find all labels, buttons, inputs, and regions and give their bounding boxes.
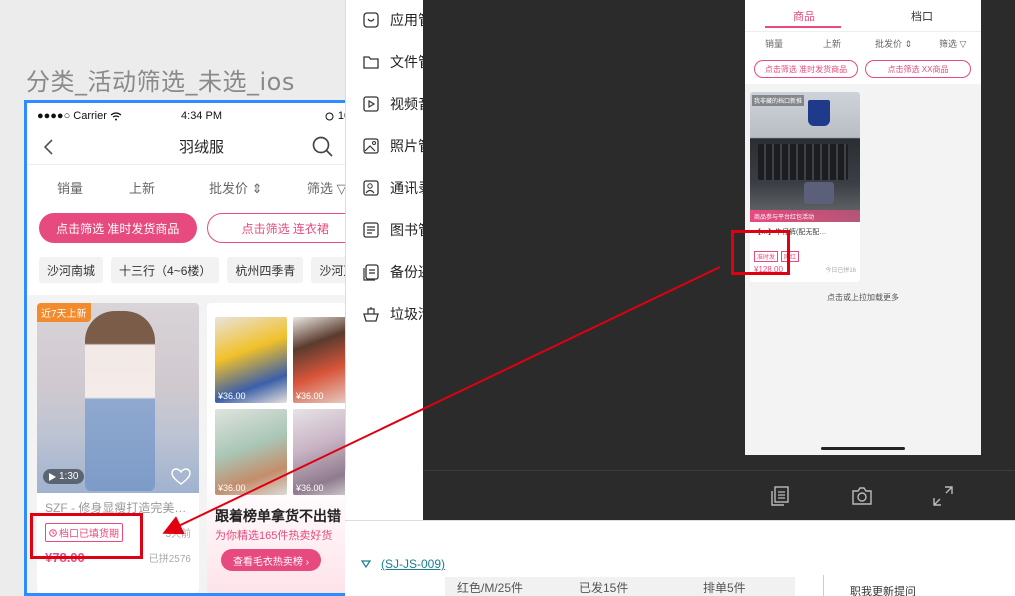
stall-caption: 我非藏的档口新推 xyxy=(752,95,805,106)
thumb-price: ¥36.00 xyxy=(218,391,246,401)
phone-shape xyxy=(804,182,834,204)
app-manage-icon xyxy=(363,12,379,28)
filter-dress-button[interactable]: 点击筛选 连衣裙 xyxy=(206,213,364,243)
camera-icon[interactable] xyxy=(851,485,873,507)
mirror-tabs: 商品 档口 xyxy=(745,0,981,32)
mirror-toolbar xyxy=(423,470,1015,520)
status-bar: ●●●●○ Carrier 4:34 PM 100% xyxy=(27,103,376,129)
tab-products[interactable]: 商品 xyxy=(793,8,815,24)
sold-count: 今日已拼16 xyxy=(825,268,856,274)
sold-count: 已拼2576 xyxy=(148,554,191,565)
menu-item-cleanup[interactable]: 垃圾清理 xyxy=(362,302,430,326)
thumb-price: ¥36.00 xyxy=(296,391,324,401)
filter-xx-button[interactable]: 点击筛选 XX商品 xyxy=(865,60,971,78)
project-area: (SJ-JS-009) 红色/M/25件 已发15件 排单5件 职我更新提问 xyxy=(345,520,1015,596)
cup-shape xyxy=(808,100,830,126)
play-icon xyxy=(363,96,379,112)
ranking-thumb: ¥36.00 xyxy=(215,409,287,495)
chip-market[interactable]: 沙河南城 xyxy=(39,257,104,283)
sort-new[interactable]: 上新 xyxy=(129,178,209,197)
fullscreen-icon[interactable] xyxy=(932,485,954,507)
mirror-sort-bar: 销量 上新 批发价 ⇕ 筛选 ▽ xyxy=(745,32,981,54)
chevron-down-icon[interactable] xyxy=(361,560,371,568)
sort-sales[interactable]: 销量 xyxy=(765,37,783,50)
promo-banner: 商品参与平台红包活动 xyxy=(750,210,860,222)
thumb-price: ¥36.00 xyxy=(218,483,246,493)
ranking-subline: 为你精选165件热卖好货 xyxy=(215,530,333,542)
photo-icon xyxy=(363,138,379,154)
back-icon[interactable] xyxy=(39,137,59,157)
chip-market[interactable]: 十三行（4~6楼） xyxy=(111,257,220,283)
sort-new[interactable]: 上新 xyxy=(823,37,841,50)
shipped-cell: 已发15件 xyxy=(579,580,629,595)
project-link[interactable]: (SJ-JS-009) xyxy=(381,557,445,571)
carrier-label: ●●●●○ Carrier xyxy=(37,110,107,122)
heart-icon[interactable] xyxy=(171,467,191,487)
product-photo: 近7天上新 1:30 xyxy=(37,303,199,493)
posted-time: 3天前 xyxy=(165,529,191,540)
model-figure xyxy=(85,311,155,491)
menu-item-media[interactable]: 视频音乐 xyxy=(362,92,430,116)
contact-icon xyxy=(363,180,379,196)
filter-ontime-button[interactable]: 点击筛选 准时发货商品 xyxy=(39,213,197,243)
trash-icon xyxy=(363,307,379,322)
copy-icon[interactable] xyxy=(769,485,791,507)
menu-item-apps[interactable]: 应用管理 xyxy=(362,8,430,32)
chip-market[interactable]: 杭州四季青 xyxy=(227,257,304,283)
mirrored-phone[interactable]: 商品 档口 销量 上新 批发价 ⇕ 筛选 ▽ 点击筛选 准时发货商品 点击筛选 … xyxy=(745,0,981,455)
spec-cell: 红色/M/25件 xyxy=(457,580,524,595)
nav-bar: 羽绒服 xyxy=(27,129,376,165)
carrier: ●●●●○ Carrier xyxy=(37,110,122,122)
note-text: 职我更新提问 xyxy=(823,575,1015,596)
sort-bar: 销量 上新 批发价 ⇕ 筛选 ▽ xyxy=(27,165,376,209)
wifi-icon xyxy=(110,111,122,120)
ranking-headline: 跟着榜单拿货不出错 xyxy=(215,508,341,524)
new-badge: 近7天上新 xyxy=(37,303,91,322)
view-ranking-button[interactable]: 查看毛衣热卖榜 › xyxy=(221,549,321,571)
folder-icon xyxy=(363,56,379,69)
ranking-thumb: ¥36.00 xyxy=(215,317,287,403)
menu-item-contacts[interactable]: 通讯录 xyxy=(362,176,430,200)
search-icon[interactable] xyxy=(311,135,335,159)
highlight-box-left xyxy=(30,513,143,559)
product-photo: 我非藏的档口新推 商品参与平台红包活动 xyxy=(750,92,860,222)
thumb-price: ¥36.00 xyxy=(296,483,324,493)
table-row: 红色/M/25件 已发15件 排单5件 xyxy=(445,577,795,596)
video-duration-label: 1:30 xyxy=(59,471,79,482)
load-more[interactable]: 点击或上拉加载更多 xyxy=(745,292,981,303)
tab-stalls[interactable]: 档口 xyxy=(911,8,933,24)
sort-filter[interactable]: 筛选 ▽ xyxy=(939,37,966,50)
play-icon xyxy=(49,472,56,481)
video-duration[interactable]: 1:30 xyxy=(43,469,85,484)
keyboard-shape xyxy=(758,144,848,180)
highlight-box-right xyxy=(731,230,790,275)
menu-item-books[interactable]: 图书管理 xyxy=(362,218,430,242)
menu-item-backup[interactable]: 备份还原 xyxy=(362,260,430,284)
home-indicator[interactable] xyxy=(821,447,905,450)
sort-filter[interactable]: 筛选 ▽ xyxy=(307,178,347,197)
sort-sales[interactable]: 销量 xyxy=(57,178,129,197)
menu-item-files[interactable]: 文件管理 xyxy=(362,50,430,74)
filter-pills: 点击筛选 准时发货商品 点击筛选 连衣裙 xyxy=(27,209,376,249)
page-title: 羽绒服 xyxy=(178,139,224,156)
project-row[interactable]: (SJ-JS-009) xyxy=(361,557,445,571)
artboard-title: 分类_活动筛选_未选_ios xyxy=(26,68,295,96)
book-icon xyxy=(363,222,379,238)
tab-indicator xyxy=(765,26,841,28)
sort-price[interactable]: 批发价 ⇕ xyxy=(209,178,307,197)
menu-item-photos[interactable]: 照片管理 xyxy=(362,134,430,158)
alarm-icon xyxy=(325,112,334,120)
screen-mirror-window: 商品 档口 销量 上新 批发价 ⇕ 筛选 ▽ 点击筛选 准时发货商品 点击筛选 … xyxy=(423,0,1015,520)
backup-icon xyxy=(363,264,379,281)
ranking-thumbnails: ¥36.00 ¥36.00 ¥36.00 ¥36.00 xyxy=(215,317,365,495)
sort-price[interactable]: 批发价 ⇕ xyxy=(875,37,912,50)
market-chips: 沙河南城 十三行（4~6楼） 杭州四季青 沙河万佳 xyxy=(27,249,376,295)
scheduled-cell: 排单5件 xyxy=(703,580,746,595)
mirror-filter-pills: 点击筛选 准时发货商品 点击筛选 XX商品 xyxy=(745,54,981,82)
filter-ontime-button[interactable]: 点击筛选 准时发货商品 xyxy=(754,60,858,78)
